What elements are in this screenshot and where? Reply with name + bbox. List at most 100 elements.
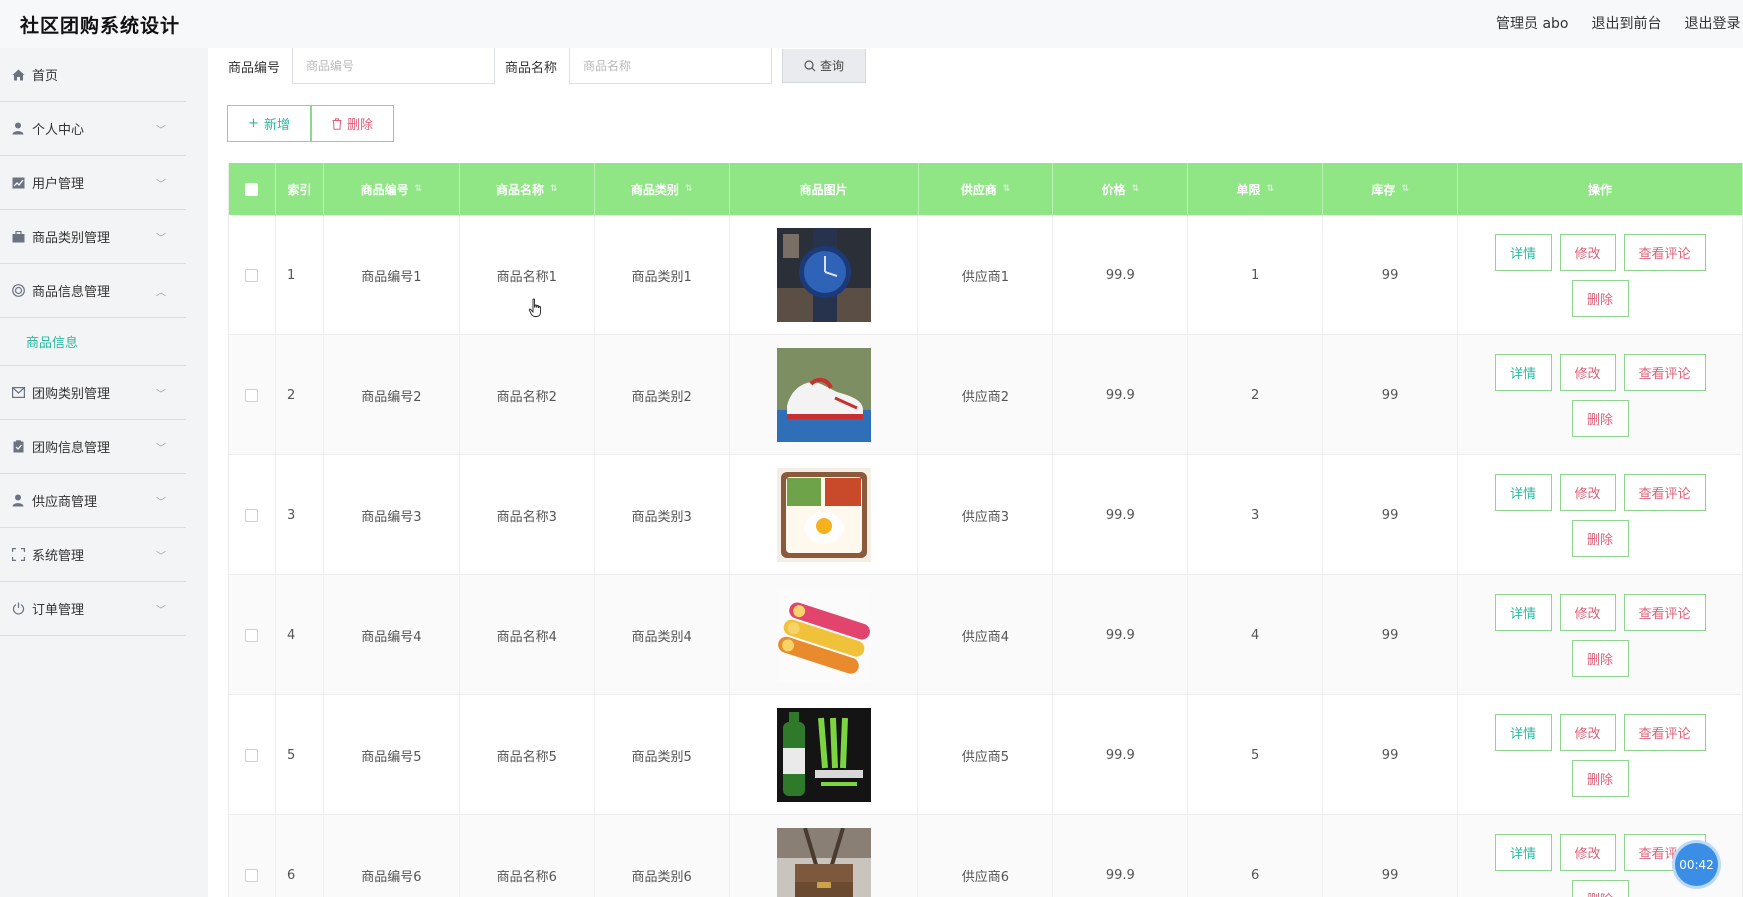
edit-button[interactable]: 修改 xyxy=(1559,473,1616,511)
header-product-category[interactable]: 商品类别 ⇅ xyxy=(595,163,730,215)
bento-image[interactable] xyxy=(776,468,871,562)
detail-button[interactable]: 详情 xyxy=(1494,233,1552,271)
sort-icon[interactable]: ⇅ xyxy=(1132,184,1140,194)
sort-icon[interactable]: ⇅ xyxy=(415,184,423,194)
select-all-checkbox[interactable] xyxy=(245,182,259,196)
logout-link[interactable]: 退出登录 xyxy=(1684,3,1740,45)
watch-image[interactable] xyxy=(776,228,871,322)
sidebar-subitem-product-info[interactable]: 商品信息 xyxy=(0,318,186,366)
table-row: 1 商品编号1 商品名称1 商品类别1 供应商1 99.9 1 99 详情 修改 查看评论 删除 xyxy=(229,215,1743,335)
energy-drink-image[interactable] xyxy=(776,708,871,802)
row-checkbox[interactable] xyxy=(245,388,259,402)
header-limit[interactable]: 单限 ⇅ xyxy=(1188,163,1324,215)
row-checkbox[interactable] xyxy=(245,868,259,882)
sidebar-item-groupbuy-info[interactable]: 团购信息管理 ﹀ xyxy=(0,420,186,474)
sidebar-item-personal-center[interactable]: 个人中心 ﹀ xyxy=(0,102,186,156)
select-all-checkbox-cell xyxy=(229,163,276,215)
sidebar-item-user-management[interactable]: 用户管理 ﹀ xyxy=(0,156,186,210)
delete-button[interactable]: 删除 xyxy=(1571,399,1629,437)
sort-icon[interactable]: ⇅ xyxy=(550,184,558,194)
header-product-code[interactable]: 商品编号 ⇅ xyxy=(324,163,460,215)
chips-image[interactable] xyxy=(776,588,871,682)
recording-timer[interactable]: 00:42 xyxy=(1675,843,1718,886)
header-product-name[interactable]: 商品名称 ⇅ xyxy=(460,163,595,215)
edit-button[interactable]: 修改 xyxy=(1559,233,1616,271)
view-reviews-button[interactable]: 查看评论 xyxy=(1623,473,1706,511)
target-icon xyxy=(11,284,25,298)
cell-index: 3 xyxy=(276,455,324,575)
sidebar-item-groupbuy-category[interactable]: 团购类别管理 ﹀ xyxy=(0,366,186,420)
detail-button[interactable]: 详情 xyxy=(1494,713,1552,751)
header-supplier[interactable]: 供应商 ⇅ xyxy=(919,163,1054,215)
cell-index: 6 xyxy=(276,815,324,897)
edit-button[interactable]: 修改 xyxy=(1559,833,1616,871)
header-label: 供应商 xyxy=(960,182,997,197)
bag-image[interactable] xyxy=(776,828,871,897)
header-label: 商品编号 xyxy=(360,182,409,197)
front-link[interactable]: 退出到前台 xyxy=(1591,3,1661,45)
header-stock[interactable]: 库存 ⇅ xyxy=(1323,163,1459,215)
sidebar-item-order-management[interactable]: 订单管理 ﹀ xyxy=(0,582,186,636)
row-checkbox-cell xyxy=(229,575,276,695)
detail-button[interactable]: 详情 xyxy=(1494,593,1552,631)
sidebar-item-product-management[interactable]: 商品信息管理 ︿ xyxy=(0,264,186,318)
power-icon xyxy=(11,602,25,616)
chevron-down-icon: ﹀ xyxy=(156,125,166,136)
action-group: 详情修改查看评论删除 xyxy=(1458,353,1742,437)
add-button[interactable]: + 新增 xyxy=(227,105,311,142)
header-label: 单限 xyxy=(1236,182,1261,197)
cell-price: 99.9 xyxy=(1053,455,1189,575)
code-search-input[interactable]: 商品编号 xyxy=(292,48,496,84)
delete-button[interactable]: 删除 xyxy=(1571,759,1629,797)
sidebar-item-category-management[interactable]: 商品类别管理 ﹀ xyxy=(0,210,186,264)
query-button[interactable]: 查询 xyxy=(782,49,867,83)
header-label: 商品图片 xyxy=(799,182,848,197)
sidebar: 首页 个人中心 ﹀ 用户管理 ﹀ 商品类别管理 ﹀ 商品信息管理 ︿ 商品信息 … xyxy=(0,48,208,897)
delete-button[interactable]: 删除 xyxy=(1571,519,1629,557)
edit-button[interactable]: 修改 xyxy=(1559,353,1616,391)
view-reviews-button[interactable]: 查看评论 xyxy=(1623,233,1706,271)
sort-icon[interactable]: ⇅ xyxy=(1267,184,1275,194)
sidebar-item-home[interactable]: 首页 xyxy=(0,48,186,102)
row-checkbox[interactable] xyxy=(245,268,259,282)
name-search-input[interactable]: 商品名称 xyxy=(569,48,773,84)
cell-product-code: 商品编号3 xyxy=(324,455,460,575)
sidebar-item-label: 订单管理 xyxy=(32,603,85,618)
sort-icon[interactable]: ⇅ xyxy=(1003,184,1011,194)
briefcase-icon xyxy=(11,230,25,244)
detail-button[interactable]: 详情 xyxy=(1494,833,1552,871)
sort-icon[interactable]: ⇅ xyxy=(685,184,693,194)
detail-button[interactable]: 详情 xyxy=(1494,473,1552,511)
sort-icon[interactable]: ⇅ xyxy=(1401,184,1409,194)
sneaker-image[interactable] xyxy=(776,348,871,442)
admin-user-label: 管理员 abo xyxy=(1496,16,1569,32)
cell-product-code: 商品编号5 xyxy=(324,695,460,815)
batch-delete-button[interactable]: 删除 xyxy=(311,105,394,142)
cell-product-code: 商品编号6 xyxy=(324,815,460,897)
view-reviews-button[interactable]: 查看评论 xyxy=(1623,353,1706,391)
delete-button[interactable]: 删除 xyxy=(1571,279,1629,317)
view-reviews-button[interactable]: 查看评论 xyxy=(1623,713,1706,751)
edit-button[interactable]: 修改 xyxy=(1559,593,1616,631)
row-checkbox[interactable] xyxy=(245,748,259,762)
delete-button[interactable]: 删除 xyxy=(1571,639,1629,677)
sidebar-item-label: 商品信息管理 xyxy=(32,285,111,300)
chevron-down-icon: ﹀ xyxy=(156,389,166,400)
row-checkbox[interactable] xyxy=(245,628,259,642)
header-price[interactable]: 价格 ⇅ xyxy=(1053,163,1189,215)
cell-supplier: 供应商6 xyxy=(918,815,1054,897)
row-checkbox[interactable] xyxy=(245,508,259,522)
sidebar-item-system-management[interactable]: 系统管理 ﹀ xyxy=(0,528,186,582)
sidebar-item-label: 团购类别管理 xyxy=(32,387,111,402)
user-icon xyxy=(11,122,25,136)
delete-button[interactable]: 删除 xyxy=(1571,879,1629,897)
cell-limit: 5 xyxy=(1188,695,1324,815)
cell-product-image xyxy=(730,575,919,695)
row-checkbox-cell xyxy=(229,455,276,575)
cell-product-category: 商品类别4 xyxy=(595,575,730,695)
detail-button[interactable]: 详情 xyxy=(1494,353,1552,391)
sidebar-item-supplier-management[interactable]: 供应商管理 ﹀ xyxy=(0,474,186,528)
chevron-down-icon: ﹀ xyxy=(156,233,166,244)
edit-button[interactable]: 修改 xyxy=(1559,713,1616,751)
view-reviews-button[interactable]: 查看评论 xyxy=(1623,593,1706,631)
